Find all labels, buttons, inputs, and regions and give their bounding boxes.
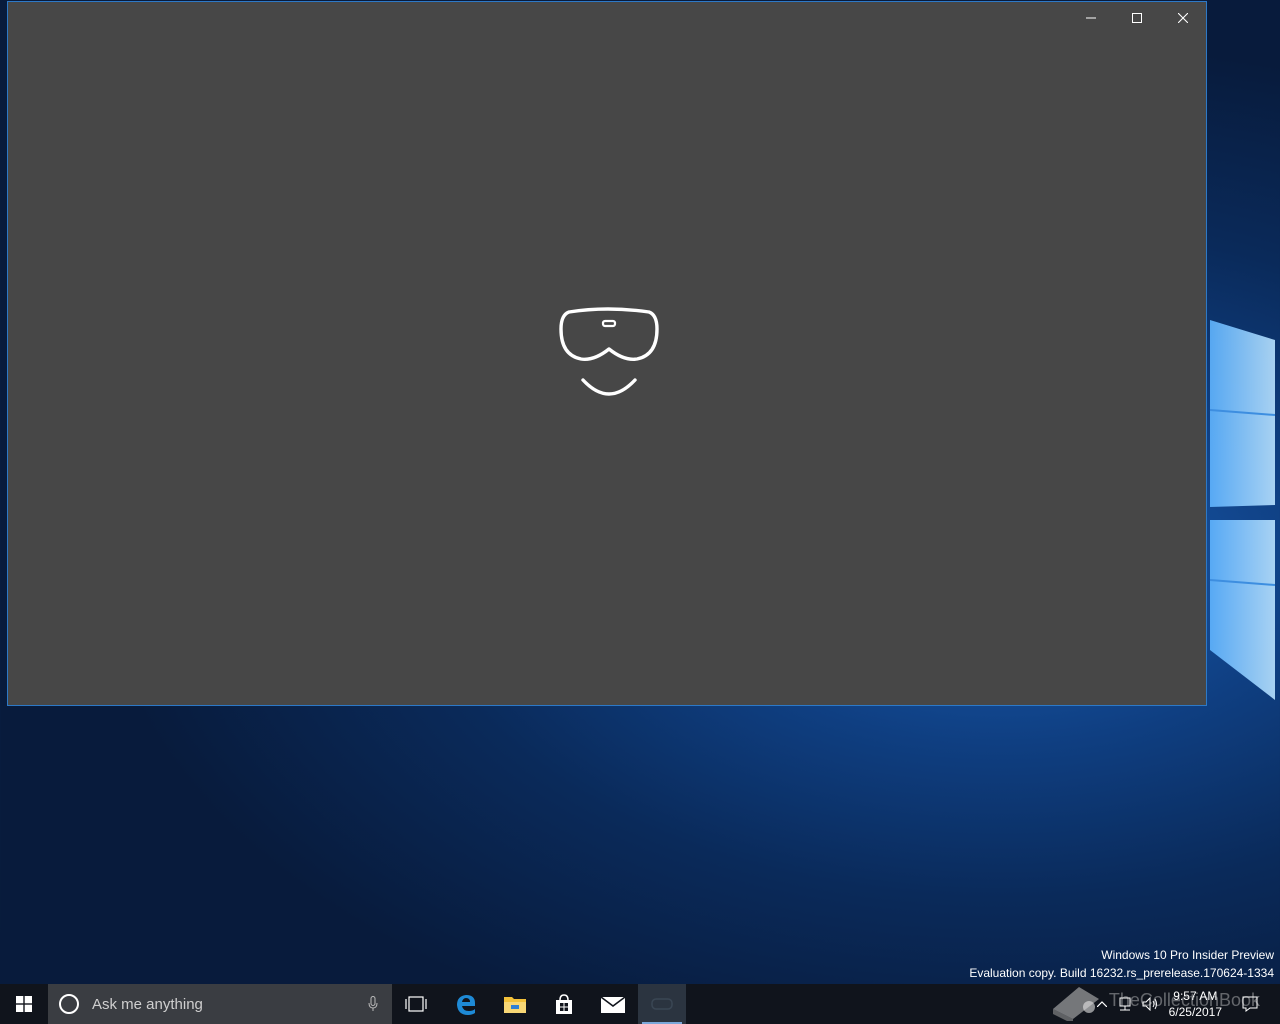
- minimize-button[interactable]: [1068, 2, 1114, 33]
- mixed-reality-portal-window[interactable]: [7, 1, 1207, 706]
- mail-icon: [601, 996, 625, 1013]
- file-explorer-button[interactable]: [491, 984, 539, 1024]
- clock[interactable]: 9:57 AM 6/25/2017: [1169, 988, 1222, 1020]
- clock-date: 6/25/2017: [1168, 1005, 1222, 1019]
- windows-start-icon: [16, 996, 32, 1012]
- cortana-icon: [59, 994, 79, 1014]
- notification-icon: [1242, 996, 1258, 1012]
- mail-button[interactable]: [589, 984, 637, 1024]
- edge-button[interactable]: [442, 984, 490, 1024]
- system-tray: 9:57 AM 6/25/2017: [1020, 984, 1280, 1024]
- search-input[interactable]: Ask me anything: [92, 996, 203, 1013]
- close-button[interactable]: [1160, 2, 1206, 33]
- cortana-search-box[interactable]: Ask me anything: [48, 984, 392, 1024]
- volume-button[interactable]: [1140, 984, 1162, 1024]
- show-hidden-icons-button[interactable]: [1092, 984, 1112, 1024]
- volume-icon: [1142, 997, 1157, 1011]
- edition-text: Windows 10 Pro Insider Preview: [1101, 948, 1274, 962]
- network-button[interactable]: [1114, 984, 1136, 1024]
- title-bar[interactable]: [8, 2, 1206, 34]
- start-button[interactable]: [0, 984, 48, 1024]
- mixed-reality-portal-taskbar-button[interactable]: [638, 984, 686, 1024]
- edge-icon: [457, 995, 475, 1015]
- task-view-icon: [405, 996, 427, 1012]
- build-text: Evaluation copy. Build 16232.rs_prerelea…: [969, 966, 1274, 980]
- maximize-button[interactable]: [1114, 2, 1160, 33]
- network-icon: [1119, 997, 1131, 1011]
- store-button[interactable]: [540, 984, 588, 1024]
- clock-time: 9:57 AM: [1173, 989, 1218, 1003]
- mixed-reality-headset-icon: [559, 307, 659, 396]
- microphone-icon[interactable]: [368, 996, 378, 1012]
- close-icon: [1178, 12, 1188, 23]
- mixed-reality-portal-icon: [651, 998, 673, 1010]
- task-view-button[interactable]: [392, 984, 440, 1024]
- store-icon: [556, 994, 572, 1014]
- taskbar: Ask me anything 9:57 AM 6/25/2017 TheCol…: [0, 984, 1280, 1024]
- action-center-button[interactable]: [1238, 984, 1262, 1024]
- maximize-icon: [1132, 12, 1142, 23]
- minimize-icon: [1086, 17, 1096, 18]
- chevron-up-icon: [1097, 1001, 1107, 1007]
- folder-icon: [504, 997, 526, 1013]
- build-watermark: Windows 10 Pro Insider Preview Evaluatio…: [969, 946, 1274, 982]
